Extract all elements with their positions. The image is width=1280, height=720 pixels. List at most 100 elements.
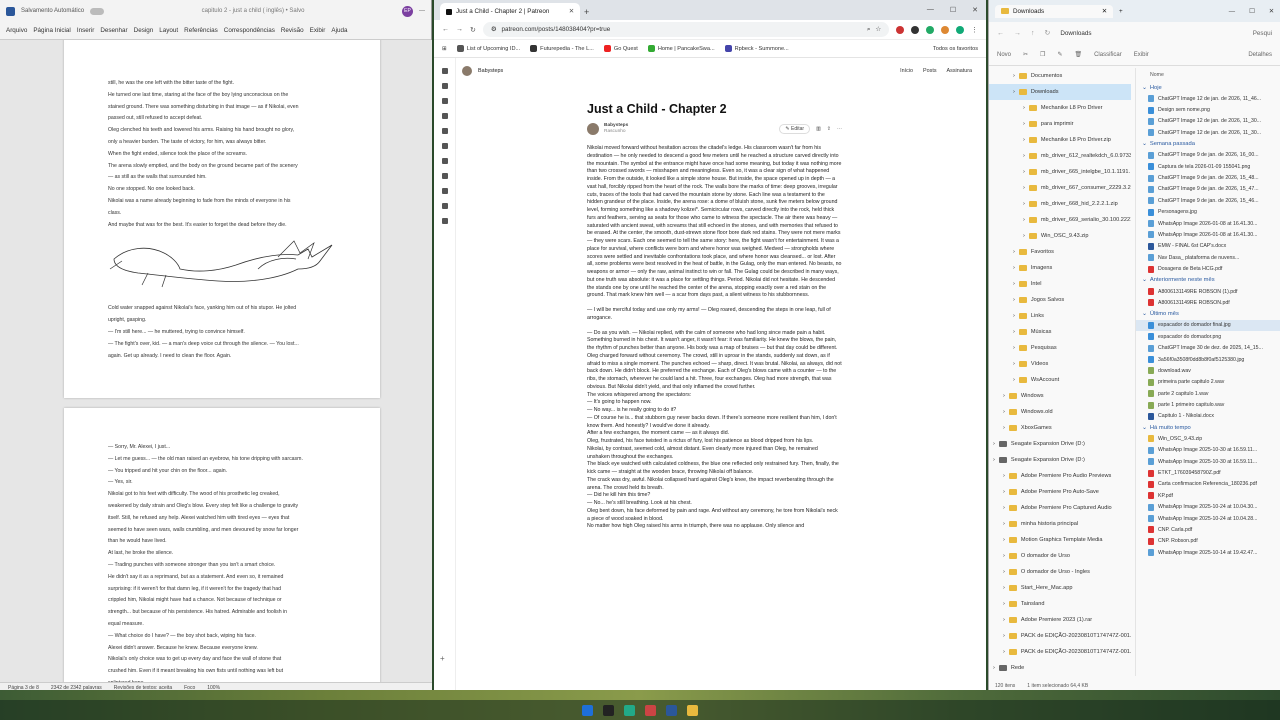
tree-item[interactable]: › Adobe Premiere 2023 (1).rar [989,612,1131,628]
tree-item[interactable]: › Motion Graphics Template Media [989,532,1131,548]
address-bar[interactable]: ⚙ patreon.com/posts/148038404?pr=true ⌕ … [482,22,889,37]
file-row[interactable]: ChatGPT Image 30 de dez. de 2025, 14_15.… [1136,342,1280,353]
tree-item[interactable]: › minha historia principal [989,516,1131,532]
ribbon-tab[interactable]: Desenhar [100,27,127,34]
file-row[interactable]: WhatsApp Image 2026-01-08 at 16.41.30... [1136,229,1280,240]
file-row[interactable]: ChatGPT Image 12 de jan. de 2026, 11_30.… [1136,127,1280,138]
ribbon-tab[interactable]: Layout [159,27,178,34]
nav-membership[interactable]: Assinatura [947,68,972,74]
taskbar-app-icon[interactable] [603,704,614,716]
file-row[interactable]: Design sem nome.png [1136,104,1280,115]
file-row[interactable]: ChatGPT Image 9 de jan. de 2026, 15_46..… [1136,195,1280,206]
notifications-icon[interactable] [441,203,448,209]
profile-icon[interactable] [956,25,964,34]
rename-icon[interactable]: ✎ [1057,51,1062,58]
nav-home[interactable]: Início [900,68,913,74]
file-row[interactable]: espacador do domador.png [1136,331,1280,342]
share-icon[interactable]: ⇪ [827,126,831,132]
tree-item[interactable]: › Adobe Premiere Pro Auto-Save [989,484,1131,500]
chevron-right-icon[interactable]: › [1013,249,1015,255]
edit-button[interactable]: ✎ Editar [779,124,811,134]
file-row[interactable]: Dosagens de Beta HCG.pdf [1136,263,1280,274]
payouts-icon[interactable] [441,173,448,179]
file-row[interactable]: ChatGPT Image 12 de jan. de 2026, 11_30.… [1136,116,1280,127]
library-icon[interactable] [441,98,448,104]
ribbon-tab[interactable]: Página Inicial [33,27,70,34]
chevron-right-icon[interactable]: › [1003,505,1005,511]
chevron-right-icon[interactable]: › [1013,377,1015,383]
chevron-right-icon[interactable]: › [1003,521,1005,527]
copy-icon[interactable]: ❐ [1040,51,1045,58]
tree-item[interactable]: › Mechanike L8 Pro Driver.zip [989,132,1131,148]
tree-item[interactable]: › Seagate Expansion Drive (D:) [989,452,1131,468]
chevron-right-icon[interactable]: › [1023,105,1025,111]
file-group-header[interactable]: ⌄ Semana passada [1136,139,1280,150]
chevron-right-icon[interactable]: › [1003,409,1005,415]
new-tab-icon[interactable]: + [584,7,589,20]
more-icon[interactable]: ⋯ [837,126,842,132]
file-row[interactable]: Win_OSC_9.43.zip [1136,433,1280,444]
file-row[interactable]: CNP. Carla.pdf [1136,524,1280,535]
sort-button[interactable]: Classificar [1094,52,1122,58]
community-icon[interactable] [441,113,448,119]
ribbon-tab[interactable]: Ajuda [331,27,347,34]
chevron-right-icon[interactable]: › [1013,297,1015,303]
tree-item[interactable]: › Tainsland [989,596,1131,612]
chevron-right-icon[interactable]: › [993,441,995,447]
extension-icon[interactable] [926,25,934,34]
file-row[interactable]: ChatGPT Image 9 de jan. de 2026, 15_48..… [1136,172,1280,183]
delete-icon[interactable]: 🗑 [1074,51,1082,58]
chevron-right-icon[interactable]: › [1023,201,1025,207]
file-row[interactable]: WhatsApp Image 2025-10-14 at 19.42.47... [1136,547,1280,558]
back-icon[interactable]: ← [997,30,1004,37]
column-header-name[interactable]: Nome [1136,68,1280,82]
chevron-right-icon[interactable]: › [1003,601,1005,607]
tree-item[interactable]: › WsAccount [989,372,1131,388]
tree-item[interactable]: › Mechanike L8 Pro Driver [989,100,1131,116]
tree-item[interactable]: › Documentos [989,68,1131,84]
tree-item[interactable]: › Adobe Premiere Pro Audio Previews [989,468,1131,484]
chevron-right-icon[interactable]: › [1003,489,1005,495]
chevron-right-icon[interactable]: › [993,665,995,671]
maximize-icon[interactable]: ☐ [950,6,956,14]
extension-icon[interactable] [941,25,949,34]
tree-item[interactable]: › Downloads [989,84,1131,100]
new-tab-icon[interactable]: + [1119,8,1123,15]
maximize-icon[interactable]: ☐ [1249,8,1255,15]
stats-icon[interactable]: ▥ [816,126,821,132]
menu-icon[interactable]: ⋮ [971,26,978,34]
minimize-icon[interactable]: — [927,6,934,14]
chevron-right-icon[interactable]: › [1023,169,1025,175]
tree-item[interactable]: › Start_Here_Mac.app [989,580,1131,596]
file-row[interactable]: WhatsApp Image 2025-10-30 at 16.59.11... [1136,456,1280,467]
tree-item[interactable]: › O domador de Urso - Ingles [989,564,1131,580]
chevron-right-icon[interactable]: › [1013,265,1015,271]
file-row[interactable]: CNP. Robson.pdf [1136,536,1280,547]
chevron-right-icon[interactable]: › [1003,633,1005,639]
file-row[interactable]: EMW - FINAL 6st CAP's.docx [1136,241,1280,252]
creator-name[interactable]: Babysteps [478,68,503,74]
file-row[interactable]: WhatsApp Image 2025-10-24 at 10.04.30... [1136,502,1280,513]
chevron-right-icon[interactable]: › [1023,153,1025,159]
audience-icon[interactable] [441,143,448,149]
chevron-right-icon[interactable]: › [1003,553,1005,559]
tree-item[interactable]: › mb_driver_667_consumer_2229.3.2.0 [989,180,1131,196]
chevron-right-icon[interactable]: › [1003,585,1005,591]
back-icon[interactable]: ← [442,26,449,33]
tree-item[interactable]: › Jogos Salvos [989,292,1131,308]
chevron-right-icon[interactable]: › [1023,137,1025,143]
taskbar-app-icon[interactable] [645,704,656,716]
tree-item[interactable]: › Links [989,308,1131,324]
tree-item[interactable]: › mb_driver_665_intelgbe_10.1.1191. [989,164,1131,180]
tree-item[interactable]: › XboxGames [989,420,1131,436]
minimize-icon[interactable]: — [1229,8,1235,15]
ribbon-tab[interactable]: Arquivo [6,27,27,34]
tree-item[interactable]: › mb_driver_668_hid_2.2.2.1.zip [989,196,1131,212]
chevron-right-icon[interactable]: › [993,457,995,463]
file-group-header[interactable]: ⌄ Anteriormente neste mês [1136,275,1280,286]
tree-item[interactable]: › Windows [989,388,1131,404]
file-group-header[interactable]: ⌄ Há muito tempo [1136,422,1280,433]
author-avatar[interactable] [587,123,599,135]
tree-item[interactable]: › Vídeos [989,356,1131,372]
tree-item[interactable]: › Adobe Premiere Pro Captured Audio [989,500,1131,516]
